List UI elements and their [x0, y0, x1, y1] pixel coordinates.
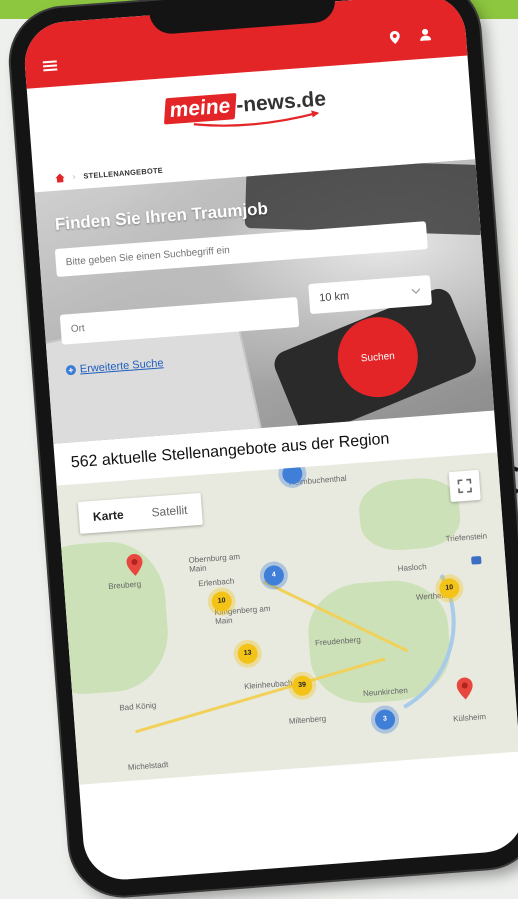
home-icon[interactable] — [55, 172, 65, 183]
map-town-label: Miltenberg — [288, 714, 327, 726]
map-marker-icon[interactable] — [456, 677, 474, 700]
location-pin-icon[interactable] — [389, 30, 400, 45]
breadcrumb: › STELLENANGEBOTE — [55, 165, 163, 183]
hero-laptop-image — [244, 159, 487, 236]
tab-map[interactable]: Karte — [78, 498, 139, 534]
map-town-label: Michelstadt — [127, 759, 169, 773]
search-title: Finden Sie Ihren Traumjob — [54, 198, 269, 234]
job-search-hero: Finden Sie Ihren Traumjob 10 km + Erweit… — [34, 159, 495, 444]
fullscreen-icon — [457, 478, 473, 494]
map-cluster[interactable]: 13 — [236, 642, 259, 665]
radius-value: 10 km — [318, 290, 350, 305]
chevron-down-icon — [411, 288, 421, 294]
map-town-label: Bad König — [119, 700, 157, 713]
menu-icon[interactable] — [42, 60, 58, 72]
fullscreen-button[interactable] — [448, 469, 481, 503]
map-town-label: Obernburg am Main — [188, 552, 241, 574]
plus-circle-icon: + — [65, 364, 77, 376]
phone-screen: meine -news.de › STELLENANGEBOTE Finden … — [21, 0, 518, 883]
map-town-label: Triefenstein — [445, 531, 488, 544]
map-cluster[interactable]: 3 — [374, 708, 396, 731]
site-logo[interactable]: meine -news.de — [163, 84, 327, 127]
map-marker-icon[interactable] — [126, 553, 144, 576]
map-cluster[interactable]: 10 — [438, 577, 461, 600]
road-shield — [471, 555, 482, 565]
map-forest-area — [56, 537, 173, 698]
phone-mockup: meine -news.de › STELLENANGEBOTE Finden … — [6, 0, 518, 899]
user-icon[interactable] — [419, 28, 432, 42]
map-town-label: Külsheim — [452, 712, 487, 724]
tab-satellite[interactable]: Satellit — [136, 493, 202, 530]
job-map[interactable]: Heimbuchenthal Obernburg am Main Erlenba… — [56, 452, 518, 785]
breadcrumb-separator: › — [72, 171, 76, 182]
map-type-tabs: Karte Satellit — [77, 492, 203, 534]
breadcrumb-current: STELLENANGEBOTE — [83, 165, 164, 181]
map-town-label: Erlenbach — [197, 576, 235, 589]
